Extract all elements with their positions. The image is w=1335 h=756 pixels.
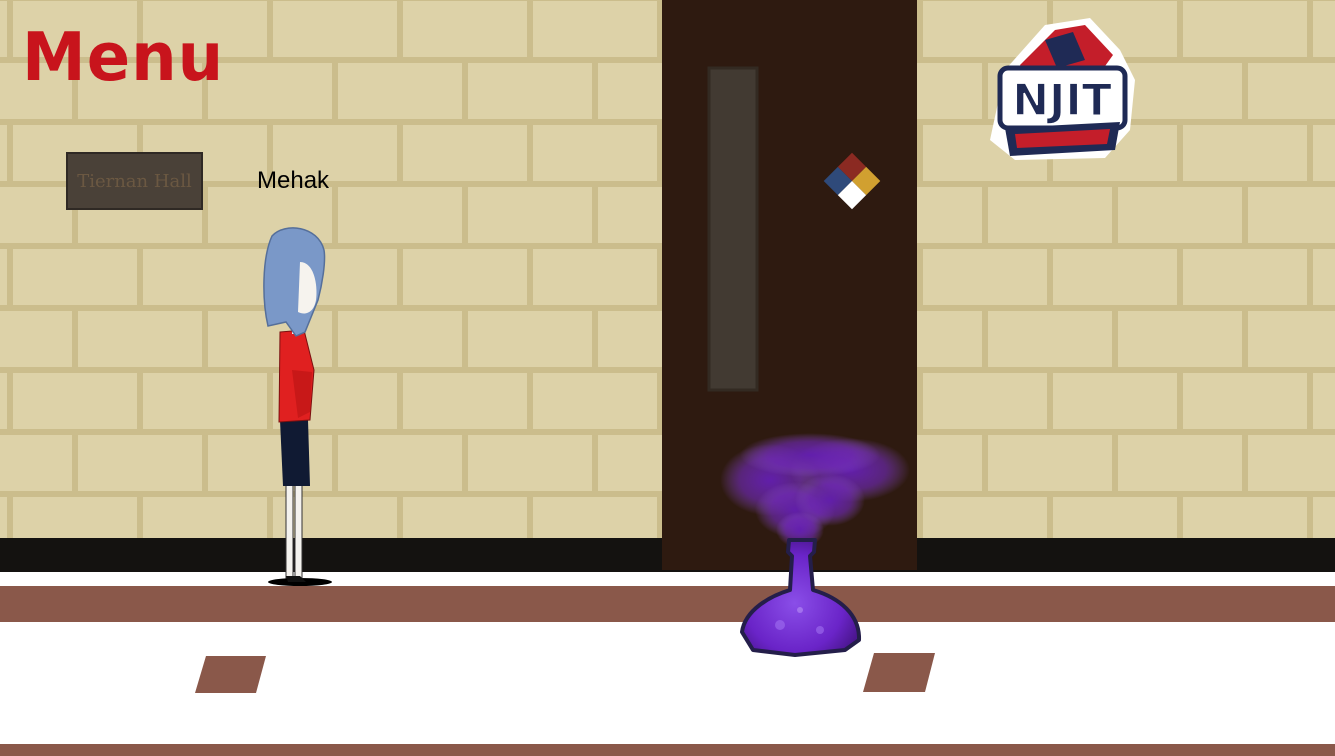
logo-text: NJIT [1012,75,1112,126]
menu-button[interactable]: Menu [22,24,224,91]
njit-logo: NJIT [985,10,1140,165]
room-sign: Tiernan Hall [66,152,203,210]
floor-edge [0,744,1335,756]
floor-band [0,586,1335,622]
player-name-label: Mehak [257,167,330,194]
game-scene: NJIT Tiernan Hall Mehak Menu [0,0,1335,756]
door-window [707,66,759,392]
floor-tile [863,653,935,692]
floor-tile [195,656,266,693]
